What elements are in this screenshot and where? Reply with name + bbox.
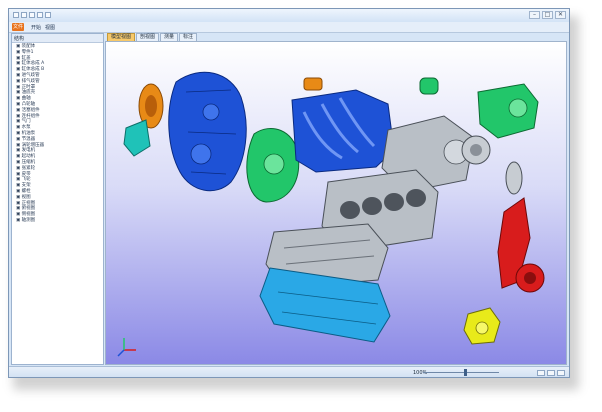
tensioner-part[interactable]: [505, 161, 523, 195]
throttle-part[interactable]: [303, 77, 323, 91]
quick-access-toolbar: [13, 12, 51, 18]
water-pump-part[interactable]: [463, 307, 501, 345]
bellhousing-part[interactable]: [246, 128, 300, 203]
normal-view-icon[interactable]: [537, 370, 545, 376]
axis-triad: [117, 338, 136, 357]
full-screen-icon[interactable]: [557, 370, 565, 376]
structure-panel: 结构 ▣ 装配体 ▣ 零件1 ▣ 缸盖 ▣ 缸体总成 A ▣ 缸体总成 B ▣ …: [11, 33, 104, 365]
close-button[interactable]: ✕: [555, 11, 566, 19]
zoom-knob[interactable]: [463, 369, 467, 376]
3d-viewport[interactable]: [105, 41, 567, 365]
undo-icon[interactable]: [21, 12, 27, 18]
zoom-level: 100%: [413, 370, 428, 376]
menu-bar: 文件 开始 视图: [9, 22, 569, 33]
print-icon[interactable]: [37, 12, 43, 18]
menu-item-start[interactable]: 开始: [31, 24, 41, 31]
intake-manifold-part[interactable]: [291, 89, 395, 173]
panel-header: 结构: [12, 34, 103, 43]
oil-filter-part[interactable]: [419, 77, 439, 95]
redo-icon[interactable]: [29, 12, 35, 18]
timing-cover-part[interactable]: [168, 71, 247, 192]
view-mode-icons: [537, 370, 565, 376]
zoom-slider[interactable]: 100%: [413, 369, 509, 376]
zoom-track: [423, 372, 499, 373]
menu-item-view[interactable]: 视图: [45, 24, 55, 31]
title-bar: – □ ✕: [9, 9, 569, 22]
file-menu-button[interactable]: 文件: [12, 23, 24, 31]
panel-title: 结构: [14, 36, 25, 42]
window-controls: – □ ✕: [529, 11, 566, 19]
turbocharger-part[interactable]: [515, 263, 545, 293]
exploded-engine-model: [117, 71, 545, 357]
open-icon[interactable]: [45, 12, 51, 18]
minimize-button[interactable]: –: [529, 11, 540, 19]
tree-item[interactable]: ▣ 轴测图: [16, 218, 102, 224]
maximize-button[interactable]: □: [542, 11, 553, 19]
reading-view-icon[interactable]: [547, 370, 555, 376]
model-tree: ▣ 装配体 ▣ 零件1 ▣ 缸盖 ▣ 缸体总成 A ▣ 缸体总成 B ▣ 进气歧…: [16, 44, 102, 224]
save-icon[interactable]: [13, 12, 19, 18]
status-bar: 100%: [9, 366, 569, 377]
app-window: – □ ✕ 文件 开始 视图 结构 ▣ 装配体 ▣ 零件1 ▣ 缸盖 ▣ 缸体总…: [8, 8, 570, 378]
teal-bracket-part[interactable]: [123, 119, 151, 157]
compressor-part[interactable]: [477, 83, 539, 139]
alternator-part[interactable]: [461, 135, 491, 165]
